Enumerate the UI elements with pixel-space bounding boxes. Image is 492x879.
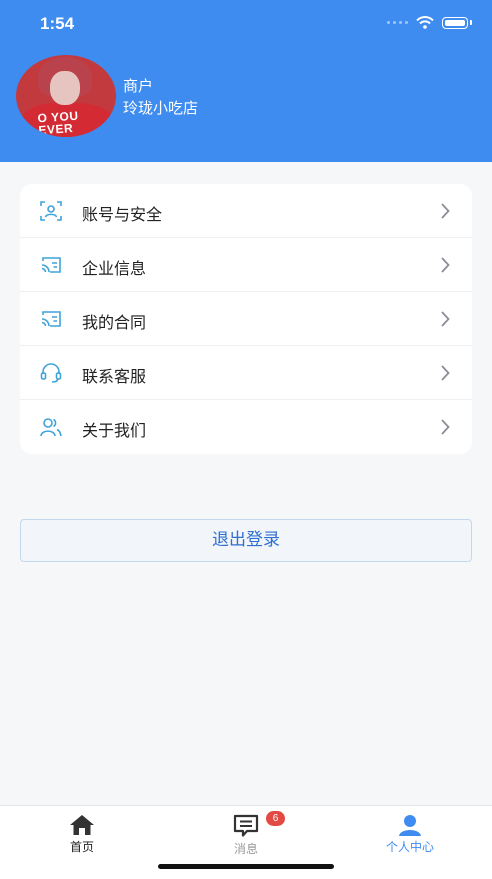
home-icon [70, 815, 94, 835]
profile-header: 1:54 O YOU EVER 商户 玲珑小吃店 [0, 0, 492, 162]
menu-item-label: 账号与安全 [82, 205, 163, 224]
menu-item-label: 我的合同 [82, 313, 147, 332]
status-time: 1:54 [40, 14, 75, 33]
enterprise-info-icon [41, 257, 61, 273]
account-role: 商户 [123, 77, 154, 95]
logout-button[interactable]: 退出登录 [20, 519, 472, 562]
status-icons [387, 16, 472, 29]
unread-badge: 6 [266, 811, 285, 826]
menu-item-enterprise-info[interactable]: 企业信息 [20, 238, 472, 292]
menu-item-label: 联系客服 [82, 367, 147, 386]
menu-item-contract[interactable]: 我的合同 [20, 292, 472, 346]
chevron-right-icon [441, 257, 450, 273]
menu-item-label: 关于我们 [82, 421, 147, 440]
avatar-shirt-text: O YOU EVER [37, 108, 79, 137]
menu-item-label: 企业信息 [82, 259, 147, 278]
avatar[interactable]: O YOU EVER [16, 55, 116, 137]
menu-item-account-security[interactable]: 账号与安全 [20, 184, 472, 238]
menu-item-about-us[interactable]: 关于我们 [20, 400, 472, 454]
tab-label: 消息 [233, 842, 258, 856]
tab-label: 个人中心 [385, 840, 434, 854]
chevron-right-icon [441, 365, 450, 381]
tab-personal-center[interactable]: 个人中心 [370, 814, 450, 855]
menu-card: 账号与安全 企业信息 我的合同 联系客服 关于我们 [20, 184, 472, 454]
tab-label: 首页 [69, 840, 94, 854]
person-icon [399, 815, 421, 836]
account-security-icon [40, 201, 62, 221]
message-icon [233, 814, 259, 837]
wifi-icon [416, 16, 434, 29]
users-icon [40, 418, 62, 437]
home-indicator[interactable] [158, 864, 334, 869]
tab-home[interactable]: 首页 [42, 814, 122, 855]
battery-icon [442, 16, 468, 29]
chevron-right-icon [441, 419, 450, 435]
contract-icon [41, 311, 61, 327]
menu-item-customer-service[interactable]: 联系客服 [20, 346, 472, 400]
shop-name: 玲珑小吃店 [123, 99, 199, 117]
headset-icon [40, 363, 62, 383]
chevron-right-icon [441, 311, 450, 327]
signal-icon [387, 21, 408, 24]
chevron-right-icon [441, 203, 450, 219]
